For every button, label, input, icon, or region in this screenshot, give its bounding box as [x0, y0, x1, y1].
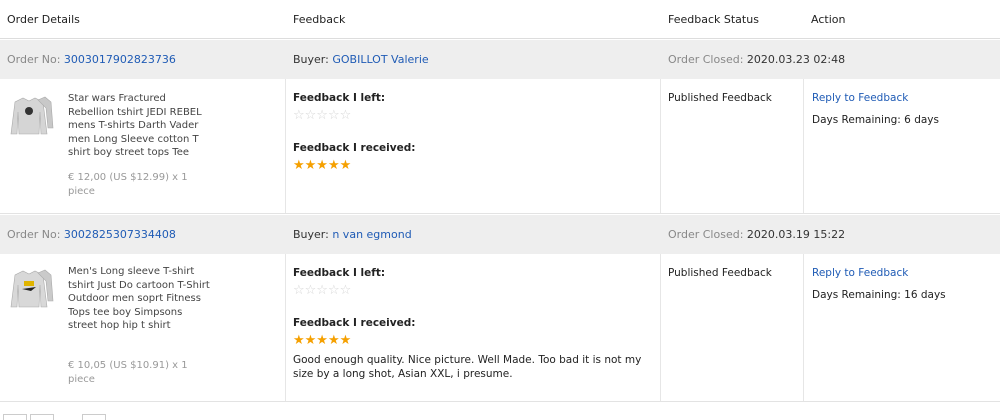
product-thumbnail[interactable] [7, 94, 55, 138]
days-remaining: Days Remaining: 6 days [812, 114, 939, 126]
days-remaining: Days Remaining: 16 days [812, 289, 946, 301]
feedback-left-stars: ☆☆☆☆☆ [293, 108, 352, 123]
buyer-info: Buyer: n van egmond [293, 228, 412, 241]
order-number: Order No: 3002825307334408 [7, 228, 176, 241]
order-closed: Order Closed: 2020.03.19 15:22 [668, 228, 845, 241]
buyer-link[interactable]: n van egmond [332, 228, 411, 241]
feedback-received-stars: ★★★★★ [293, 333, 352, 348]
feedback-header: Feedback [293, 13, 346, 26]
order-no-label: Order No: [7, 53, 61, 66]
order-closed-label: Order Closed: [668, 53, 744, 66]
buyer-info: Buyer: GOBILLOT Valerie [293, 53, 429, 66]
pagination-button[interactable] [3, 414, 27, 420]
order-closed-date: 2020.03.19 15:22 [746, 228, 846, 241]
product-price: € 12,00 (US $12.99) x 1 piece [68, 172, 188, 197]
feedback-left-stars: ☆☆☆☆☆ [293, 283, 352, 298]
order-no-label: Order No: [7, 228, 61, 241]
feedback-status-header: Feedback Status [668, 13, 759, 26]
product-title[interactable]: Men's Long sleeve T-shirt tshirt Just Do… [68, 265, 213, 333]
feedback-left-label: Feedback I left: [293, 92, 386, 104]
pagination-button[interactable] [30, 414, 54, 420]
order-no-link[interactable]: 3002825307334408 [64, 228, 176, 241]
order-closed-label: Order Closed: [668, 228, 744, 241]
action-header: Action [811, 13, 846, 26]
pagination-button[interactable] [82, 414, 106, 420]
feedback-comment: Good enough quality. Nice picture. Well … [293, 354, 642, 380]
order-details-header: Order Details [7, 13, 80, 26]
order-no-link[interactable]: 3003017902823736 [64, 53, 176, 66]
feedback-status: Published Feedback [668, 92, 772, 104]
table-header: Order Details Feedback Feedback Status A… [0, 0, 1000, 39]
reply-to-feedback-link[interactable]: Reply to Feedback [812, 92, 908, 104]
product-title[interactable]: Star wars Fractured Rebellion tshirt JED… [68, 92, 213, 160]
feedback-received-label: Feedback I received: [293, 317, 416, 329]
reply-to-feedback-link[interactable]: Reply to Feedback [812, 267, 908, 279]
buyer-link[interactable]: GOBILLOT Valerie [332, 53, 428, 66]
buyer-label: Buyer: [293, 53, 329, 66]
order-number: Order No: 3003017902823736 [7, 53, 176, 66]
order-bar: Order No: 3003017902823736 Buyer: GOBILL… [0, 40, 1000, 79]
product-price: € 10,05 (US $10.91) x 1 piece [68, 360, 188, 385]
order-row: Men's Long sleeve T-shirt tshirt Just Do… [0, 254, 1000, 402]
feedback-received-stars: ★★★★★ [293, 158, 352, 173]
order-bar: Order No: 3002825307334408 Buyer: n van … [0, 215, 1000, 254]
order-closed-date: 2020.03.23 02:48 [746, 53, 846, 66]
feedback-left-label: Feedback I left: [293, 267, 386, 279]
feedback-status: Published Feedback [668, 267, 772, 279]
order-row: Star wars Fractured Rebellion tshirt JED… [0, 79, 1000, 214]
feedback-received-label: Feedback I received: [293, 142, 416, 154]
buyer-label: Buyer: [293, 228, 329, 241]
order-closed: Order Closed: 2020.03.23 02:48 [668, 53, 845, 66]
product-thumbnail[interactable] [7, 267, 55, 311]
